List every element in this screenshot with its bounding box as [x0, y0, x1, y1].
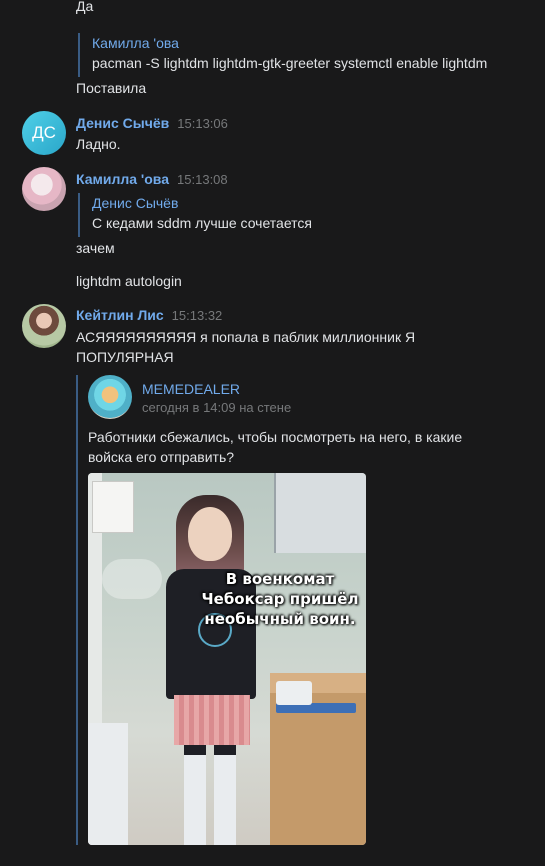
- quote-text: С кедами sddm лучше сочетается: [92, 215, 312, 231]
- message-text: Ладно.: [76, 136, 121, 152]
- message-header: Денис Сычёв 15:13:06: [76, 113, 228, 134]
- post-text: Работники сбежались, чтобы посмотреть на…: [88, 429, 463, 465]
- message-header: Кейтлин Лис 15:13:32: [76, 305, 222, 326]
- message-time[interactable]: 15:13:06: [177, 116, 228, 131]
- message-text: lightdm autologin: [76, 273, 182, 289]
- quote-author[interactable]: Камилла 'ова: [92, 33, 487, 53]
- quote-author[interactable]: Денис Сычёв: [92, 193, 312, 213]
- author-name[interactable]: Камилла 'ова: [76, 171, 169, 187]
- reply-quote[interactable]: Камилла 'ова pacman -S lightdm lightdm-g…: [78, 33, 487, 77]
- post-image[interactable]: В военкомат Чебоксар пришёл необычный во…: [88, 473, 366, 845]
- author-name[interactable]: Кейтлин Лис: [76, 307, 164, 323]
- message-time[interactable]: 15:13:32: [172, 308, 223, 323]
- message-text: Да: [76, 0, 94, 14]
- message-time[interactable]: 15:13:08: [177, 172, 228, 187]
- community-name[interactable]: MEMEDEALER: [142, 379, 240, 399]
- community-avatar[interactable]: [88, 375, 132, 419]
- post-meta[interactable]: сегодня в 14:09 на стене: [142, 399, 291, 417]
- repost-bar: [76, 375, 78, 845]
- avatar-initials: ДС: [32, 123, 56, 142]
- avatar[interactable]: ДС: [22, 111, 66, 155]
- message-header: Камилла 'ова 15:13:08: [76, 169, 228, 190]
- image-caption: В военкомат Чебоксар пришёл необычный во…: [201, 570, 359, 628]
- avatar[interactable]: [22, 304, 66, 348]
- reply-quote[interactable]: Денис Сычёв С кедами sddm лучше сочетает…: [78, 193, 312, 237]
- avatar[interactable]: [22, 167, 66, 211]
- message-text: Поставила: [76, 80, 147, 96]
- author-name[interactable]: Денис Сычёв: [76, 115, 169, 131]
- message-text: зачем: [76, 240, 115, 256]
- quote-text: pacman -S lightdm lightdm-gtk-greeter sy…: [92, 55, 488, 71]
- message-text: АСЯЯЯЯЯЯЯЯЯЯ я попала в паблик миллионни…: [76, 329, 416, 365]
